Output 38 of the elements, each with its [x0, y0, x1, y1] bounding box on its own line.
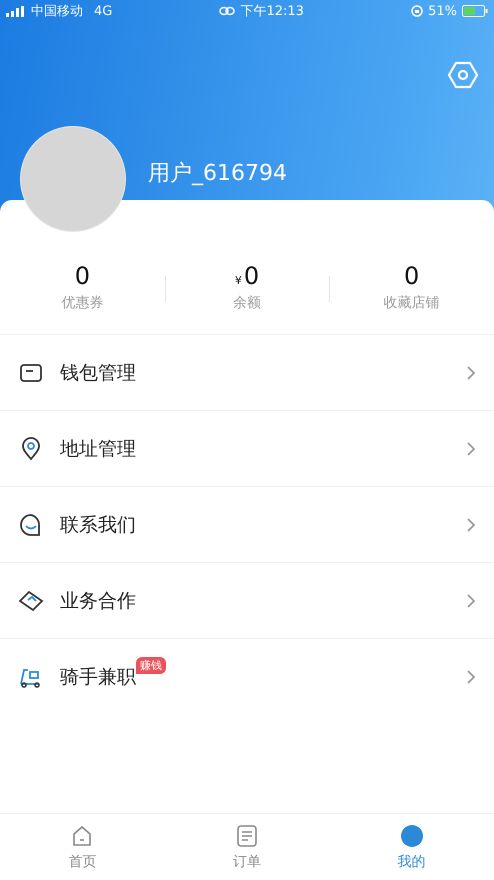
tab-item[interactable]: 首页: [0, 814, 165, 880]
stat-value: 0: [244, 262, 260, 290]
menu-label: 地址管理: [60, 436, 136, 462]
chevron-icon: [466, 516, 476, 532]
chevron-icon: [466, 592, 476, 608]
chevron-icon: [466, 440, 476, 456]
menu-item[interactable]: 联系我们: [0, 487, 494, 563]
chevron-icon: [466, 668, 476, 684]
currency-symbol: ¥: [234, 274, 242, 287]
menu-item[interactable]: 地址管理: [0, 411, 494, 487]
tab-item[interactable]: 订单: [164, 814, 330, 880]
stat-value: 0: [74, 262, 90, 290]
menu-label: 钱包管理: [60, 360, 136, 386]
stat-label: 收藏店铺: [384, 294, 440, 312]
lock-rotation-icon: [411, 5, 424, 17]
settings-icon[interactable]: [448, 60, 478, 90]
menu-label: 联系我们: [60, 512, 136, 538]
chevron-icon: [466, 364, 476, 380]
battery-percent: 51%: [428, 4, 457, 18]
tab-item[interactable]: 我的: [329, 814, 494, 880]
menu-item[interactable]: 钱包管理: [0, 335, 494, 411]
status-time: 下午12:13: [240, 3, 304, 20]
earn-badge: 赚钱: [136, 657, 166, 674]
username: 用户_616794: [148, 160, 287, 188]
link-icon: [219, 6, 236, 16]
stat-label: 优惠券: [61, 294, 104, 312]
document-icon: [234, 823, 260, 849]
menu-item[interactable]: 业务合作: [0, 563, 494, 639]
menu-label: 业务合作: [60, 588, 136, 614]
battery-icon: [462, 5, 488, 17]
stat-label: 余额: [233, 294, 261, 312]
stat-value: 0: [404, 262, 420, 290]
menu-label: 骑手兼职: [60, 664, 136, 690]
network-type: 4G: [94, 4, 112, 18]
carrier-name: 中国移动: [31, 3, 83, 20]
signal-icon: [6, 6, 26, 16]
circle-icon: [398, 823, 425, 849]
menu-item[interactable]: 骑手兼职 赚钱: [0, 639, 494, 714]
